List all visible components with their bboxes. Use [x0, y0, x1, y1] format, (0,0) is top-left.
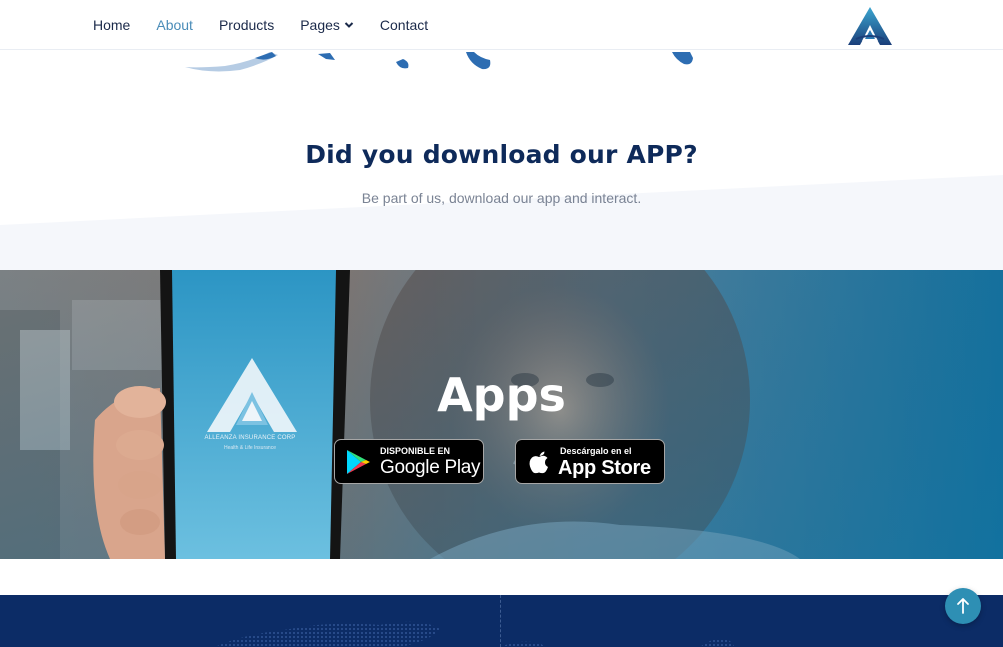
app-store-label: App Store: [558, 457, 651, 479]
alleanza-logo-icon[interactable]: [844, 5, 896, 47]
world-map-decoration: [185, 52, 693, 72]
apple-icon: [529, 451, 548, 474]
arrow-up-icon: [957, 598, 969, 614]
download-heading: Did you download our APP?: [305, 140, 698, 169]
nav-products-link[interactable]: Products: [219, 17, 274, 33]
footer-divider: [500, 595, 501, 647]
apps-banner: ALLEANZA INSURANCE CORP Health & Life In…: [0, 270, 1003, 559]
google-play-small-text: DISPONIBLE EN: [380, 446, 451, 456]
nav-pages-label: Pages: [300, 17, 340, 33]
app-store-small-text: Descárgalo en el: [560, 446, 632, 456]
google-play-label: Google Play: [380, 457, 481, 478]
google-play-icon: [347, 450, 370, 474]
nav-contact-link[interactable]: Contact: [380, 17, 428, 33]
google-play-button[interactable]: DISPONIBLE EN Google Play: [334, 439, 484, 484]
section-background: [0, 175, 1003, 270]
nav-pages-dropdown[interactable]: Pages: [300, 17, 354, 33]
apps-heading: Apps: [437, 368, 566, 422]
download-app-section: Did you download our APP? Be part of us,…: [0, 80, 1003, 270]
nav-home-link[interactable]: Home: [93, 17, 130, 33]
scroll-to-top-button[interactable]: [945, 588, 981, 624]
download-subtitle: Be part of us, download our app and inte…: [361, 190, 642, 206]
nav-about-link[interactable]: About: [156, 17, 193, 33]
footer-section: [0, 595, 1003, 647]
chevron-down-icon: [344, 22, 354, 28]
app-store-button[interactable]: Descárgalo en el App Store: [515, 439, 665, 484]
phone-screen-tagline: Health & Life Insurance: [224, 445, 276, 451]
phone-screen-brand: ALLEANZA INSURANCE CORP: [204, 435, 296, 441]
main-nav: Home About Products Pages Contact: [93, 0, 454, 50]
dotted-world-map: [215, 621, 735, 647]
top-navbar: Home About Products Pages Contact: [0, 0, 1003, 50]
